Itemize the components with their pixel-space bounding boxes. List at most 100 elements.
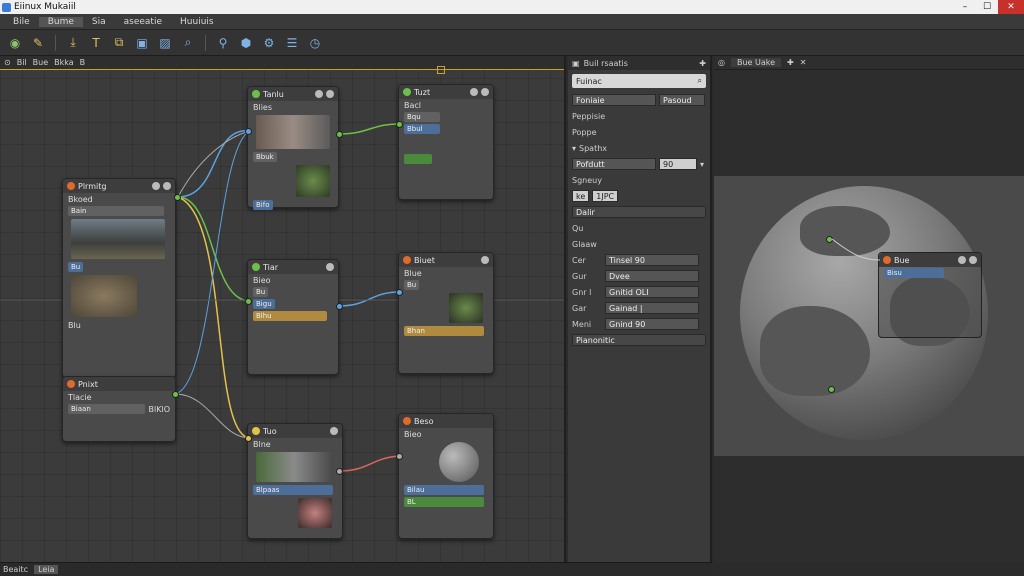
node-header[interactable]: Plrmitg bbox=[63, 179, 175, 193]
search-input[interactable]: Fuinac ⌕ bbox=[572, 74, 706, 88]
output-socket[interactable] bbox=[172, 391, 179, 398]
import-icon[interactable]: ⤓ bbox=[64, 34, 82, 52]
node-image[interactable]: Biuet Blue Bu Bhan bbox=[398, 252, 494, 374]
input-socket[interactable] bbox=[245, 298, 252, 305]
node-field[interactable]: Blhu bbox=[253, 311, 327, 321]
node-field[interactable]: Bifo bbox=[253, 200, 273, 210]
node-field[interactable]: Bain bbox=[68, 206, 164, 216]
prop-row: Dalir bbox=[568, 204, 710, 220]
node-field[interactable]: Bhan bbox=[404, 326, 484, 336]
node-field[interactable]: Biaan bbox=[68, 404, 145, 414]
output-socket[interactable] bbox=[174, 194, 181, 201]
node-material[interactable]: Plrmitg Bkoed Bain Bu Blu bbox=[62, 178, 176, 378]
globe-icon[interactable]: ◉ bbox=[6, 34, 24, 52]
node-toggle-icon[interactable] bbox=[315, 90, 323, 98]
maximize-button[interactable]: ☐ bbox=[976, 0, 998, 14]
node-noise[interactable]: Tiar Bieo Bu Bigu Blhu bbox=[247, 259, 339, 375]
input-socket[interactable] bbox=[245, 128, 252, 135]
save-icon[interactable]: ▣ bbox=[133, 34, 151, 52]
node-header[interactable]: Tuo bbox=[248, 424, 342, 438]
prop-section[interactable]: ▾ Spathx bbox=[568, 140, 710, 156]
node-header[interactable]: Beso bbox=[399, 414, 493, 428]
input-socket[interactable] bbox=[396, 289, 403, 296]
node-field[interactable]: Bbul bbox=[404, 124, 440, 134]
output-socket[interactable] bbox=[336, 131, 343, 138]
prop-field[interactable]: Pasoud bbox=[659, 94, 705, 106]
node-header[interactable]: Tuzt bbox=[399, 85, 493, 99]
zoom-icon[interactable]: ⚲ bbox=[214, 34, 232, 52]
search-icon[interactable]: ⌕ bbox=[179, 34, 197, 52]
param-label: Cer bbox=[572, 255, 586, 265]
output-socket[interactable] bbox=[336, 303, 343, 310]
node-toggle-icon[interactable] bbox=[152, 182, 160, 190]
node-texture-1[interactable]: Tanlu Blies Bbuk Bifo bbox=[247, 86, 339, 210]
close-button[interactable]: ✕ bbox=[998, 0, 1024, 14]
prop-field[interactable]: Dalir bbox=[572, 206, 706, 218]
node-field[interactable]: Bbuk bbox=[253, 152, 277, 162]
clock-icon[interactable]: ◷ bbox=[306, 34, 324, 52]
node-collapse-icon[interactable] bbox=[163, 182, 171, 190]
prop-field[interactable]: Pianonitic bbox=[572, 334, 706, 346]
node-field[interactable] bbox=[404, 154, 432, 164]
status-tab[interactable]: Leia bbox=[34, 565, 59, 574]
node-header[interactable]: Pnixt bbox=[63, 377, 175, 391]
copy-icon[interactable]: ⧉ bbox=[110, 34, 128, 52]
node-texture-2[interactable]: Tuzt Bacl Bqu Bbul bbox=[398, 84, 494, 200]
layers-icon[interactable]: ☰ bbox=[283, 34, 301, 52]
node-field[interactable]: Bu bbox=[404, 280, 420, 290]
minimize-button[interactable]: – bbox=[954, 0, 976, 14]
param-field[interactable]: Tinsel 90 bbox=[605, 254, 699, 266]
node-field[interactable]: Blpaas bbox=[253, 485, 333, 495]
node-field[interactable]: Bilau bbox=[404, 485, 484, 495]
node-blend[interactable]: Tuo Blne Blpaas bbox=[247, 423, 343, 539]
node-field[interactable]: Bqu bbox=[404, 112, 440, 122]
settings-icon[interactable]: ⚙ bbox=[260, 34, 278, 52]
node-row-label: Bacl bbox=[404, 100, 422, 110]
param-field[interactable]: Gainad | bbox=[605, 302, 699, 314]
node-toggle-icon[interactable] bbox=[330, 427, 338, 435]
menu-item-view[interactable]: Sia bbox=[83, 17, 115, 27]
prop-row: Pofdutt 90 ▾ bbox=[568, 156, 710, 172]
text-icon[interactable]: T bbox=[87, 34, 105, 52]
input-socket[interactable] bbox=[245, 435, 252, 442]
node-output[interactable]: Beso Bieo Bilau BL bbox=[398, 413, 494, 539]
menu-item-file[interactable]: Bile bbox=[4, 17, 39, 27]
menu-item-help[interactable]: Huuiuis bbox=[171, 17, 223, 27]
node-field[interactable]: Bu bbox=[68, 262, 84, 272]
prop-value[interactable]: 90 bbox=[659, 158, 697, 170]
node-row-label: Bieo bbox=[253, 275, 271, 285]
node-field[interactable]: Bigu bbox=[253, 299, 275, 309]
node-editor[interactable]: ⊙ Bil Bue Bkka B Plrmitg Bkoed Bain Bu B… bbox=[0, 56, 566, 562]
image-icon[interactable]: ▨ bbox=[156, 34, 174, 52]
dropdown-icon[interactable]: ▾ bbox=[700, 160, 704, 169]
node-collapse-icon[interactable] bbox=[481, 88, 489, 96]
node-toggle-icon[interactable] bbox=[326, 263, 334, 271]
node-field[interactable]: Bu bbox=[253, 287, 269, 297]
pencil-icon[interactable]: ✎ bbox=[29, 34, 47, 52]
node-type-icon bbox=[403, 88, 411, 96]
menu-item-edit[interactable]: Bume bbox=[38, 16, 83, 27]
input-socket[interactable] bbox=[396, 453, 403, 460]
input-socket[interactable] bbox=[396, 121, 403, 128]
output-socket[interactable] bbox=[336, 468, 343, 475]
prop-field[interactable]: Foniaie bbox=[572, 94, 656, 106]
menu-item-tools[interactable]: aseeatie bbox=[115, 17, 171, 27]
node-field[interactable]: BL bbox=[404, 497, 484, 507]
node-collapse-icon[interactable] bbox=[326, 90, 334, 98]
prop-value[interactable]: 1JPC bbox=[592, 190, 619, 202]
node-toggle-icon[interactable] bbox=[470, 88, 478, 96]
3d-viewport[interactable]: ◎ Bue Uake ✚ ✕ Bue Bisu bbox=[714, 56, 1024, 562]
node-header[interactable]: Biuet bbox=[399, 253, 493, 267]
prop-field[interactable]: ke bbox=[572, 190, 590, 202]
node-texture[interactable]: Pnixt Tlacie Biaan BlKlO bbox=[62, 376, 176, 442]
node-header[interactable]: Tanlu bbox=[248, 87, 338, 101]
prop-field[interactable]: Pofdutt bbox=[572, 158, 656, 170]
param-field[interactable]: Gnind 90 bbox=[605, 318, 699, 330]
cube-icon[interactable]: ⬢ bbox=[237, 34, 255, 52]
node-toggle-icon[interactable] bbox=[481, 256, 489, 264]
node-header[interactable]: Tiar bbox=[248, 260, 338, 274]
pin-icon[interactable]: ✚ bbox=[699, 59, 706, 68]
node-row: Bqu bbox=[399, 111, 493, 123]
param-field[interactable]: Gnitid OLI bbox=[605, 286, 699, 298]
param-field[interactable]: Dvee bbox=[605, 270, 699, 282]
